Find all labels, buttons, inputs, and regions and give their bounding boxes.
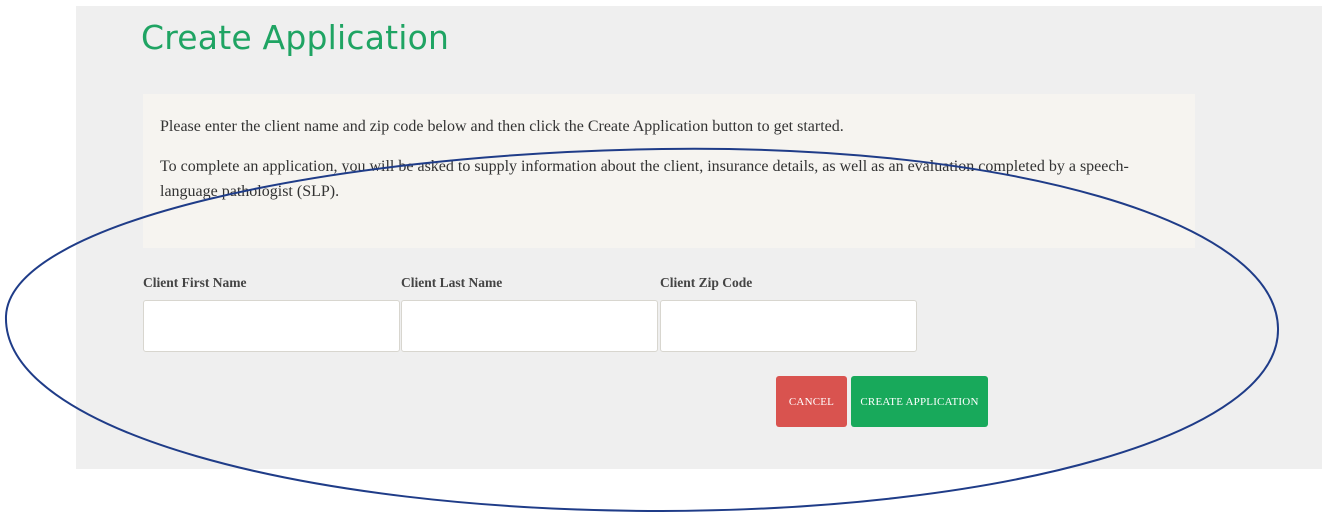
last-name-label: Client Last Name	[401, 275, 503, 290]
last-name-input[interactable]	[401, 300, 658, 352]
zip-code-input[interactable]	[660, 300, 917, 352]
instructions-intro-text: Please enter the client name and zip cod…	[160, 118, 844, 135]
page-title: Create Application	[141, 18, 450, 57]
instructions-box: Please enter the client name and zip cod…	[143, 94, 1195, 248]
create-application-button[interactable]: Create Application	[851, 376, 988, 427]
instructions-details-text: To complete an application, you will be …	[160, 158, 1129, 200]
first-name-label: Client First Name	[143, 275, 247, 290]
cancel-button[interactable]: Cancel	[776, 376, 847, 427]
first-name-input[interactable]	[143, 300, 400, 352]
zip-code-label: Client Zip Code	[660, 275, 753, 290]
